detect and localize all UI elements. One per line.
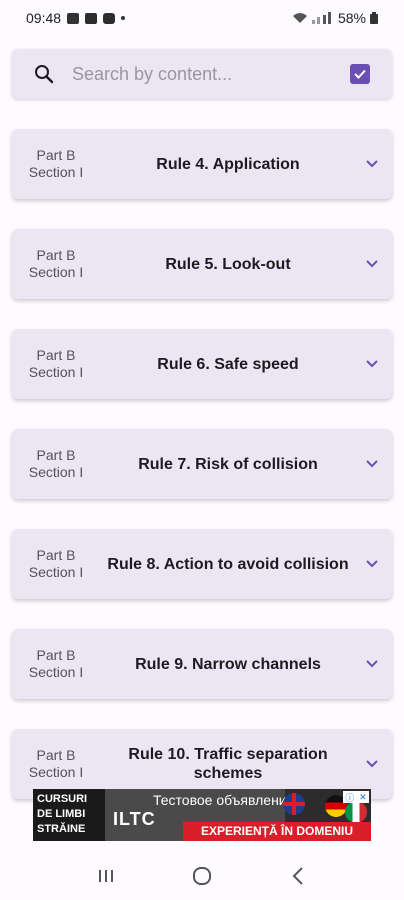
chevron-down-icon[interactable] xyxy=(364,556,380,572)
status-left: 09:48 xyxy=(26,10,126,26)
more-notifications-icon xyxy=(121,16,126,20)
rule-part: Part B xyxy=(36,747,76,763)
rule-card[interactable]: Part B Section I Rule 9. Narrow channels xyxy=(12,629,392,699)
rule-title: Rule 8. Action to avoid collision xyxy=(107,555,349,573)
rule-part-label: Part B Section I xyxy=(24,429,88,499)
rule-card[interactable]: Part B Section I Rule 7. Risk of collision xyxy=(12,429,392,499)
back-icon xyxy=(292,867,303,885)
chevron-down-icon[interactable] xyxy=(364,156,380,172)
rule-part-label: Part B Section I xyxy=(24,229,88,299)
chevron-down-icon[interactable] xyxy=(364,356,380,372)
home-icon xyxy=(193,867,211,885)
rule-part-label: Part B Section I xyxy=(24,529,88,599)
rule-part: Part B xyxy=(36,447,76,463)
rule-title: Rule 5. Look-out xyxy=(165,255,291,273)
rule-card[interactable]: Part B Section I Rule 4. Application xyxy=(12,129,392,199)
rule-section: Section I xyxy=(28,164,84,180)
ad-info-icon: ⓘ xyxy=(345,792,355,803)
app-screen: 09:48 58% Search by content... Part B Se… xyxy=(0,0,404,900)
ad-choices-icon[interactable]: ⓘ ✕ xyxy=(343,791,369,803)
rule-title: Rule 4. Application xyxy=(156,155,300,173)
content-search-checkbox[interactable] xyxy=(350,64,370,84)
rule-section: Section I xyxy=(28,264,84,280)
chevron-down-icon[interactable] xyxy=(364,656,380,672)
rule-section: Section I xyxy=(28,564,84,580)
recents-icon xyxy=(99,870,113,882)
rule-title: Rule 7. Risk of collision xyxy=(138,455,318,473)
rule-section: Section I xyxy=(28,364,84,380)
rule-title: Rule 9. Narrow channels xyxy=(135,655,321,673)
italy-flag-icon xyxy=(345,801,367,823)
status-time: 09:48 xyxy=(26,10,62,26)
system-nav-bar xyxy=(0,852,404,900)
ad-left-text: CURSURI DE LIMBI STRĂINE xyxy=(33,789,105,841)
rule-part: Part B xyxy=(36,147,76,163)
search-input[interactable] xyxy=(70,62,350,86)
status-bar: 09:48 58% xyxy=(0,0,404,36)
rule-part-label: Part B Section I xyxy=(24,629,88,699)
uk-flag-icon xyxy=(283,793,305,815)
battery-icon xyxy=(370,12,378,24)
youtube-notification-icon xyxy=(103,12,116,24)
rule-part-label: Part B Section I xyxy=(24,129,88,199)
rule-part: Part B xyxy=(36,547,76,563)
chevron-down-icon[interactable] xyxy=(364,256,380,272)
checkbox-checked-icon xyxy=(354,69,366,79)
recents-button[interactable] xyxy=(94,864,118,888)
rule-part: Part B xyxy=(36,647,76,663)
rule-section: Section I xyxy=(28,764,84,780)
rule-part: Part B xyxy=(36,347,76,363)
rule-title: Rule 6. Safe speed xyxy=(157,355,299,373)
chevron-down-icon[interactable] xyxy=(364,456,380,472)
wifi-icon xyxy=(292,13,307,23)
search-bar xyxy=(12,49,392,99)
rule-card[interactable]: Part B Section I Rule 5. Look-out xyxy=(12,229,392,299)
battery-percent: 58% xyxy=(337,10,366,26)
ad-headline: Тестовое объявление xyxy=(153,792,295,808)
facebook-notification-icon xyxy=(85,12,98,24)
ad-close-icon: ✕ xyxy=(359,791,367,802)
rule-section: Section I xyxy=(28,664,84,680)
home-button[interactable] xyxy=(190,864,214,888)
status-right: 58% xyxy=(292,10,378,26)
gallery-notification-icon xyxy=(67,12,80,24)
signal-icon xyxy=(311,12,331,24)
rule-section: Section I xyxy=(28,464,84,480)
ad-strip: EXPERIENȚĂ ÎN DOMENIU xyxy=(183,822,371,841)
ad-logo: ILTC xyxy=(113,809,156,829)
rule-card[interactable]: Part B Section I Rule 6. Safe speed xyxy=(12,329,392,399)
search-icon[interactable] xyxy=(34,64,54,84)
ad-banner[interactable]: CURSURI DE LIMBI STRĂINE ILTC Тестовое о… xyxy=(33,789,371,841)
rule-card[interactable]: Part B Section I Rule 8. Action to avoid c… xyxy=(12,529,392,599)
rule-part-label: Part B Section I xyxy=(24,329,88,399)
back-button[interactable] xyxy=(286,864,310,888)
chevron-down-icon[interactable] xyxy=(364,756,380,772)
rule-part: Part B xyxy=(36,247,76,263)
